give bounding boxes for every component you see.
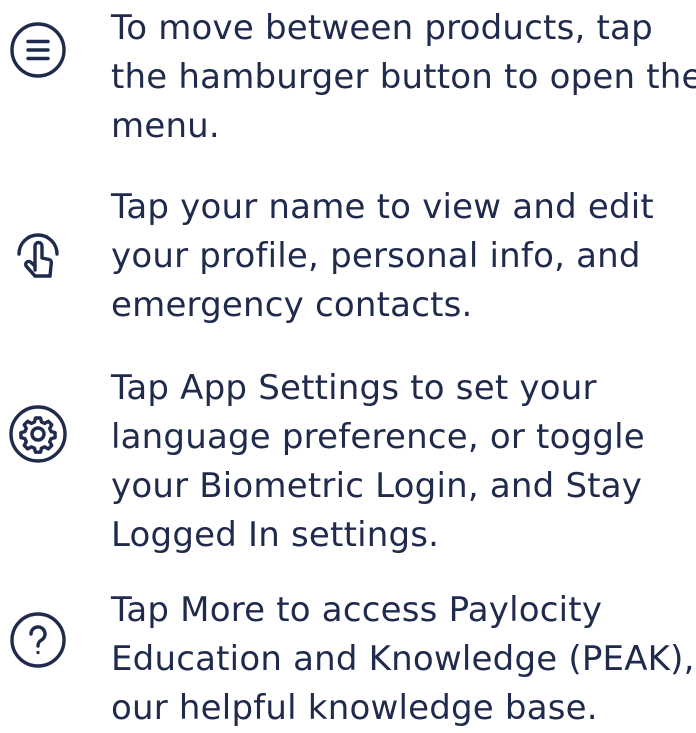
tip-more-line-2: Education and Knowledge (PEAK),: [111, 639, 695, 679]
hamburger-menu-icon: [4, 16, 72, 84]
tip-profile-line-2: your profile, personal info, and: [111, 236, 641, 276]
tip-menu-line-2: the hamburger button to open the: [111, 57, 696, 97]
tip-menu-line-1: To move between products, tap: [111, 8, 653, 48]
tip-settings-line-1: Tap App Settings to set your: [111, 368, 597, 408]
tip-profile-line-1: Tap your name to view and edit: [111, 187, 654, 227]
tip-settings-line-4: Logged In settings.: [111, 515, 440, 555]
tip-profile-text: Tap your name to view and edit your prof…: [111, 183, 696, 330]
question-circle-icon: [4, 606, 72, 674]
tip-settings-line-3: your Biometric Login, and Stay: [111, 466, 643, 506]
tip-settings-text: Tap App Settings to set your language pr…: [111, 364, 696, 560]
tip-more-text: Tap More to access Paylocity Education a…: [111, 586, 696, 733]
tip-profile-line-3: emergency contacts.: [111, 285, 473, 325]
tip-settings-line-2: language preference, or toggle: [111, 417, 645, 457]
tips-list: To move between products, tap the hambur…: [0, 0, 696, 728]
tip-more-line-1: Tap More to access Paylocity: [111, 590, 603, 630]
tip-more-line-3: our helpful knowledge base.: [111, 688, 598, 728]
tip-menu-line-3: menu.: [111, 106, 220, 146]
gear-icon: [4, 400, 72, 468]
tip-menu-text: To move between products, tap the hambur…: [111, 4, 696, 151]
tap-hand-icon: [4, 216, 72, 284]
